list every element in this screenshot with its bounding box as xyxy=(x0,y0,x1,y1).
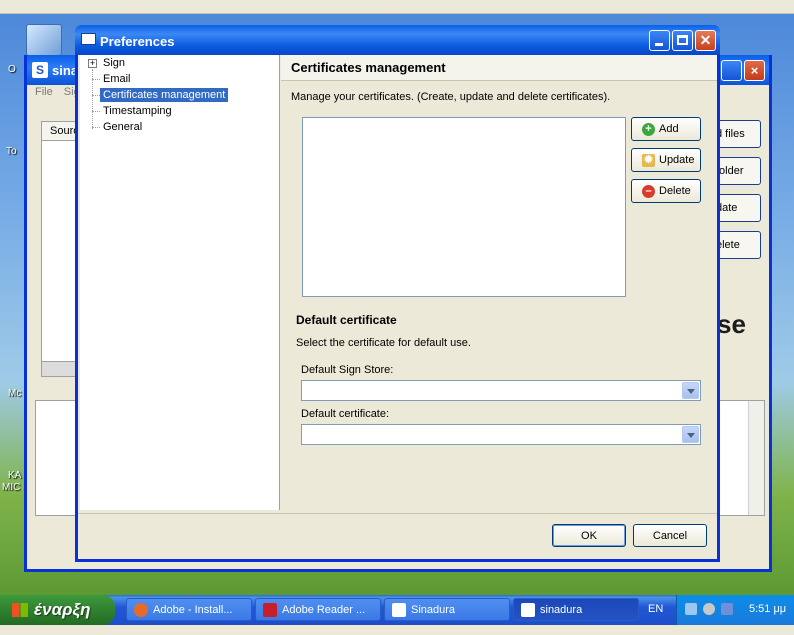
tree-item-email[interactable]: Email xyxy=(100,72,134,86)
update-button[interactable]: date xyxy=(713,194,761,222)
default-sign-store-label: Default Sign Store: xyxy=(301,364,394,376)
tree-guide-line xyxy=(92,95,100,96)
expand-plus-icon[interactable]: + xyxy=(88,59,97,68)
tree-guide-line xyxy=(92,111,100,112)
tree-guide-line xyxy=(92,69,93,129)
volume-icon[interactable] xyxy=(703,603,715,615)
windows-logo-icon xyxy=(12,603,28,617)
default-sign-store-select[interactable] xyxy=(301,380,701,401)
close-button[interactable]: ✕ xyxy=(695,30,716,51)
chevron-down-icon[interactable] xyxy=(682,426,699,443)
dialog-title-bar[interactable]: Preferences ✕ xyxy=(75,25,720,55)
add-button[interactable]: + Add xyxy=(631,117,701,141)
tree-item-general[interactable]: General xyxy=(100,120,145,134)
sinadura-icon xyxy=(521,603,535,617)
tree-guide-line xyxy=(92,127,100,128)
taskbar-item-label: sinadura xyxy=(540,604,583,616)
chevron-down-icon[interactable] xyxy=(682,382,699,399)
dialog-footer: OK Cancel xyxy=(78,513,717,559)
desktop-label: O xyxy=(8,64,16,75)
taskbar-item-sinadura-active[interactable]: sinadura xyxy=(513,598,639,621)
default-certificate-select[interactable] xyxy=(301,424,701,445)
delete-button[interactable]: – Delete xyxy=(631,179,701,203)
desktop-label: MIC xyxy=(2,482,21,493)
pdf-icon xyxy=(263,603,277,617)
window-icon xyxy=(81,33,96,45)
taskbar: έναρξη Adobe - Install... Adobe Reader .… xyxy=(0,595,794,625)
sinadura-icon xyxy=(392,603,406,617)
maximize-button[interactable] xyxy=(672,30,693,51)
ok-button[interactable]: OK xyxy=(552,524,626,547)
desktop-label: Mc xyxy=(8,388,22,399)
taskbar-item-label: Adobe Reader ... xyxy=(282,604,366,616)
security-icon[interactable] xyxy=(721,603,733,615)
start-label: έναρξη xyxy=(34,600,91,619)
preferences-tree[interactable]: + Sign Email Certificates management Tim… xyxy=(80,55,280,510)
gear-icon: ✹ xyxy=(642,154,655,167)
clock: 5:51 μμ xyxy=(749,603,787,615)
default-certificate-title: Default certificate xyxy=(296,313,397,327)
dialog-title: Preferences xyxy=(100,34,175,49)
maximize-icon xyxy=(677,35,688,45)
panel-description: Manage your certificates. (Create, updat… xyxy=(291,91,611,103)
tree-item-sign[interactable]: Sign xyxy=(100,56,128,70)
my-computer-icon[interactable] xyxy=(26,24,62,56)
taskbar-item-sinadura[interactable]: Sinadura xyxy=(384,598,510,621)
add-folder-button[interactable]: folder xyxy=(713,157,761,185)
close-button[interactable]: × xyxy=(744,60,765,81)
system-tray: 5:51 μμ xyxy=(676,595,794,625)
desktop-label: KA xyxy=(8,470,22,481)
network-icon[interactable] xyxy=(685,603,697,615)
add-files-button[interactable]: d files xyxy=(713,120,761,148)
taskbar-item-label: Sinadura xyxy=(411,604,456,616)
vertical-scrollbar[interactable] xyxy=(748,401,764,515)
tree-item-certificates-management[interactable]: Certificates management xyxy=(100,88,229,102)
default-certificate-label: Default certificate: xyxy=(301,408,390,420)
delete-button-label: Delete xyxy=(659,185,691,197)
dialog-body: + Sign Email Certificates management Tim… xyxy=(78,55,717,559)
delete-button[interactable]: elete xyxy=(713,231,761,259)
certificates-list[interactable] xyxy=(302,117,626,297)
certificates-panel: Certificates management Manage your cert… xyxy=(281,55,717,510)
taskbar-item-label: Adobe - Install... xyxy=(153,604,233,616)
bottom-strip xyxy=(0,625,794,635)
tree-guide-line xyxy=(92,79,100,80)
default-certificate-description: Select the certificate for default use. xyxy=(296,337,471,349)
add-icon: + xyxy=(642,123,655,136)
start-button[interactable]: έναρξη xyxy=(0,595,115,625)
menu-file[interactable]: File xyxy=(35,86,53,98)
update-button-label: Update xyxy=(659,154,695,166)
sinadura-logo: se xyxy=(717,309,746,339)
minimize-button[interactable] xyxy=(649,30,670,51)
tree-item-timestamping[interactable]: Timestamping xyxy=(100,104,175,118)
update-button[interactable]: ✹ Update xyxy=(631,148,701,172)
firefox-icon xyxy=(134,603,148,617)
taskbar-item-adobe-install[interactable]: Adobe - Install... xyxy=(126,598,252,621)
minimize-icon xyxy=(655,43,663,46)
maximize-button[interactable] xyxy=(721,60,742,81)
panel-title: Certificates management xyxy=(291,60,446,75)
close-icon: ✕ xyxy=(699,32,712,48)
language-indicator[interactable]: EN xyxy=(648,603,663,615)
desktop-label: To xyxy=(6,146,17,157)
sinadura-app-icon: S xyxy=(32,62,48,78)
panel-header: Certificates management xyxy=(281,55,717,81)
taskbar-item-adobe-reader[interactable]: Adobe Reader ... xyxy=(255,598,381,621)
cancel-button[interactable]: Cancel xyxy=(633,524,707,547)
top-menu-strip xyxy=(0,0,794,14)
delete-icon: – xyxy=(642,185,655,198)
preferences-dialog: Preferences ✕ + Sign Email Certificates … xyxy=(75,25,720,562)
add-button-label: Add xyxy=(659,123,679,135)
